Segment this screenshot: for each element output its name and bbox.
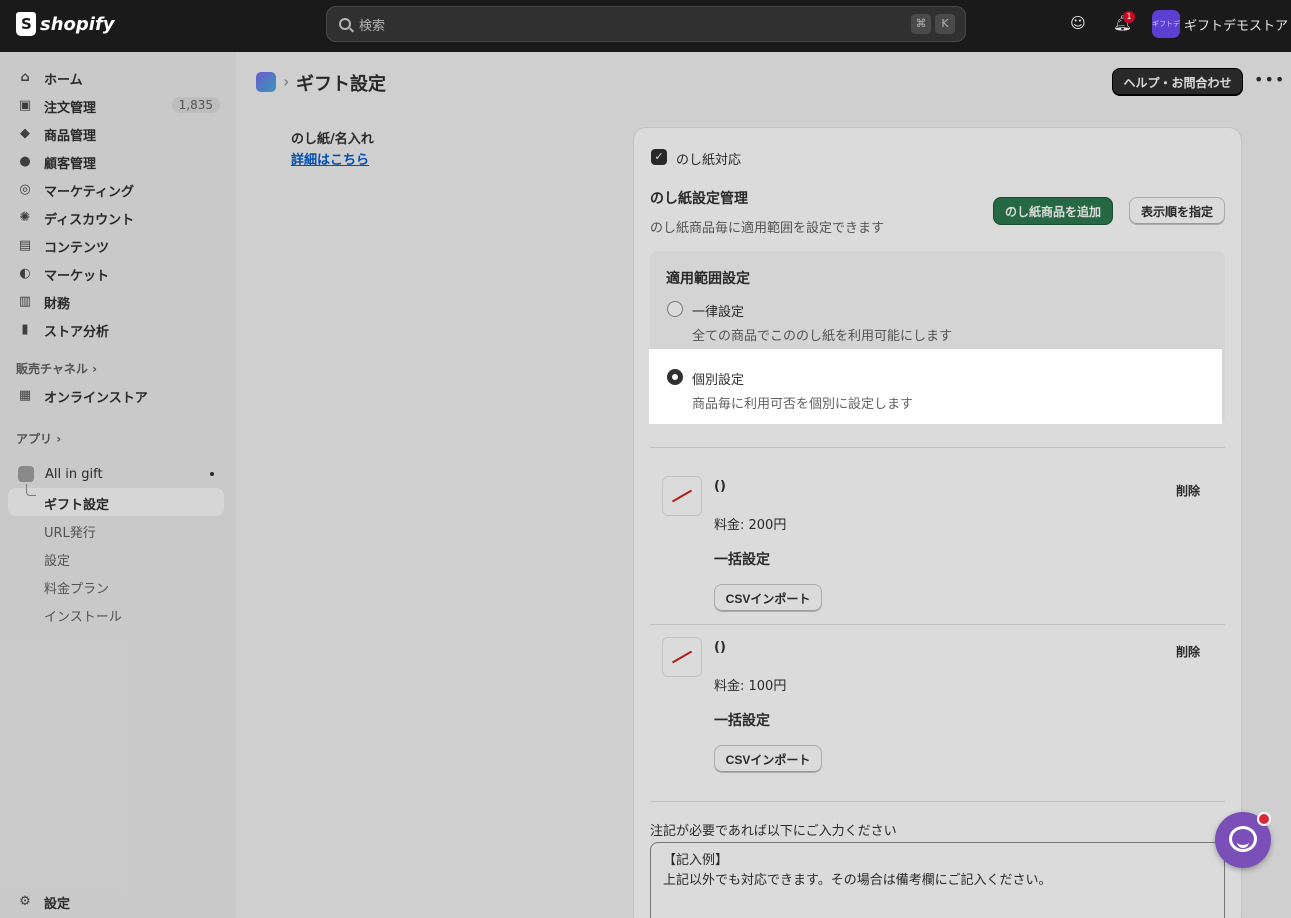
shopify-logo[interactable]: shopify bbox=[16, 12, 115, 36]
overlay bbox=[0, 349, 649, 424]
shopify-bag-icon bbox=[16, 12, 36, 36]
search-icon bbox=[339, 18, 351, 30]
kbd-cmd: ⌘ bbox=[911, 14, 931, 34]
search-placeholder: 検索 bbox=[359, 18, 386, 34]
chat-icon bbox=[1229, 826, 1257, 852]
overlay bbox=[1222, 349, 1291, 424]
chat-notification-dot bbox=[1257, 812, 1271, 826]
search-bar[interactable]: 検索 ⌘ K bbox=[326, 6, 966, 42]
store-avatar[interactable]: ギフトデモスト bbox=[1152, 10, 1180, 38]
store-name[interactable]: ギフトデモストア bbox=[1184, 15, 1288, 34]
radio-individual-help: 商品毎に利用可否を個別に設定します bbox=[692, 397, 914, 412]
notification-badge: 1 bbox=[1123, 11, 1135, 23]
overlay bbox=[0, 424, 1291, 918]
sidekick-icon[interactable]: ☺ bbox=[1069, 14, 1087, 32]
top-bar: shopify 検索 ⌘ K ☺ 🔔︎ 1 ギフトデモスト ギフトデモストア bbox=[0, 0, 1291, 52]
radio-individual-label: 個別設定 bbox=[692, 373, 745, 388]
logo-text: shopify bbox=[40, 13, 115, 35]
kbd-k: K bbox=[935, 14, 955, 34]
overlay bbox=[0, 52, 1291, 349]
radio-individual[interactable] bbox=[667, 369, 683, 385]
